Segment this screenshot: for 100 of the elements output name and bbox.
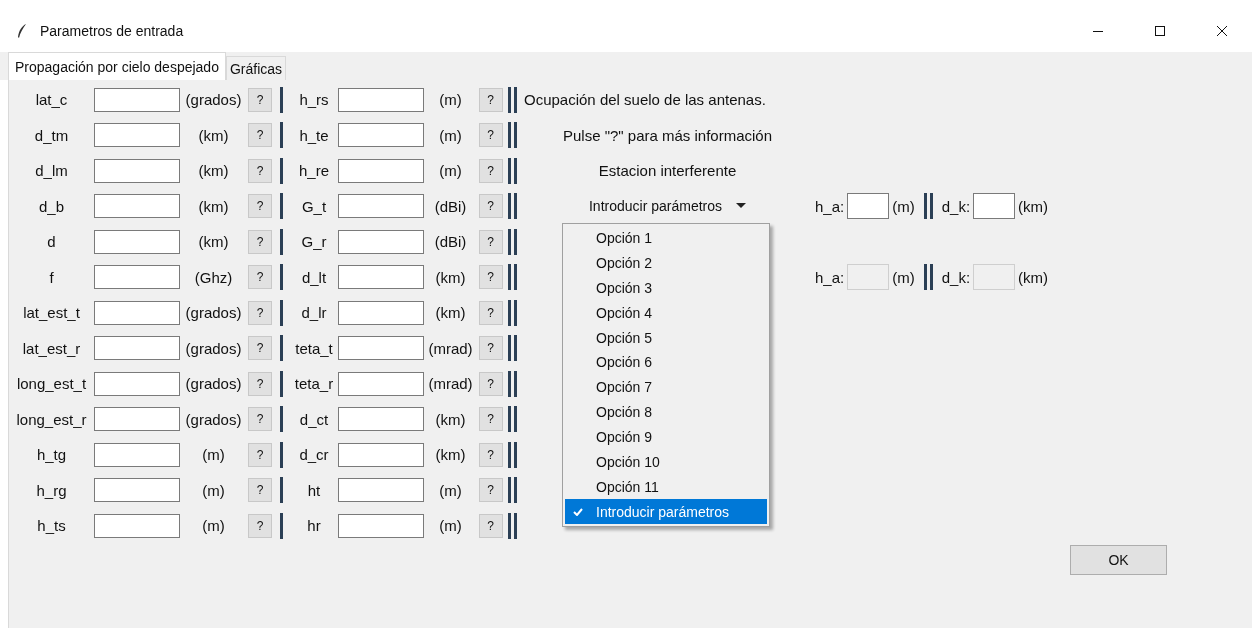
help-button[interactable]: ? — [478, 194, 503, 219]
unit-label: (m) — [438, 162, 463, 180]
help-button[interactable]: ? — [478, 229, 503, 254]
unit-label: (m) — [438, 126, 463, 144]
help-button[interactable]: ? — [478, 265, 503, 290]
input-field[interactable] — [94, 300, 180, 325]
menu-item[interactable]: Opción 10 — [565, 449, 767, 475]
unit-label: (m) — [201, 446, 226, 464]
unit-label: (dBi) — [433, 197, 468, 215]
input-field[interactable] — [338, 442, 424, 467]
help-button[interactable]: ? — [248, 229, 272, 254]
unit-label: (km) — [434, 268, 467, 286]
input-field[interactable] — [338, 336, 424, 361]
help-button[interactable]: ? — [478, 87, 503, 112]
field-label: f — [48, 268, 55, 286]
help-button[interactable]: ? — [248, 442, 272, 467]
help-button[interactable]: ? — [248, 371, 272, 396]
help-button[interactable]: ? — [478, 336, 503, 361]
help-button[interactable]: ? — [478, 158, 503, 183]
unit-label: (km) — [434, 304, 467, 322]
input-field[interactable] — [94, 265, 180, 290]
unit-label: (mrad) — [427, 339, 474, 357]
input-field[interactable] — [94, 194, 180, 219]
double-separator-bar — [508, 335, 517, 362]
unit-label: (grados) — [184, 375, 243, 393]
help-button[interactable]: ? — [248, 513, 272, 538]
help-button[interactable]: ? — [248, 158, 272, 183]
unit-label: (km) — [197, 126, 230, 144]
tab[interactable]: Gráficas — [225, 56, 287, 80]
field-label: h_tg — [35, 446, 68, 464]
unit-label: (km) — [197, 197, 230, 215]
unit-label: (m) — [892, 268, 915, 286]
input-field[interactable] — [338, 407, 424, 432]
input-field[interactable] — [338, 513, 424, 538]
menu-item[interactable]: Opción 4 — [565, 300, 767, 326]
input-field[interactable] — [94, 158, 180, 183]
field-label: d_tm — [33, 126, 70, 144]
input-field[interactable] — [338, 265, 424, 290]
help-button[interactable]: ? — [478, 442, 503, 467]
input-field[interactable] — [94, 407, 180, 432]
help-button[interactable]: ? — [478, 407, 503, 432]
input-field[interactable] — [94, 513, 180, 538]
help-button[interactable]: ? — [478, 513, 503, 538]
help-button[interactable]: ? — [248, 300, 272, 325]
help-button[interactable]: ? — [248, 194, 272, 219]
close-icon[interactable] — [1216, 25, 1228, 37]
help-button[interactable]: ? — [248, 123, 272, 148]
input-field[interactable] — [338, 371, 424, 396]
help-button[interactable]: ? — [248, 336, 272, 361]
input-field[interactable] — [94, 478, 180, 503]
field-label: long_est_r — [15, 410, 88, 428]
input-field[interactable] — [94, 123, 180, 148]
field-label: d_k: — [941, 197, 971, 215]
menu-item[interactable]: Opción 6 — [565, 349, 767, 375]
input-field[interactable] — [973, 193, 1016, 220]
input-field[interactable] — [338, 229, 424, 254]
unit-label: (Ghz) — [193, 268, 234, 286]
input-field[interactable] — [338, 158, 424, 183]
help-button[interactable]: ? — [248, 265, 272, 290]
help-button[interactable]: ? — [478, 371, 503, 396]
input-field[interactable] — [338, 478, 424, 503]
maximize-icon[interactable] — [1154, 25, 1166, 37]
input-field[interactable] — [94, 336, 180, 361]
help-button[interactable]: ? — [478, 478, 503, 503]
help-button[interactable]: ? — [248, 87, 272, 112]
menu-item[interactable]: Opción 7 — [565, 374, 767, 400]
unit-label: (grados) — [184, 91, 243, 109]
input-field[interactable] — [847, 193, 890, 220]
help-button[interactable]: ? — [248, 407, 272, 432]
help-button[interactable]: ? — [478, 300, 503, 325]
field-label: ht — [306, 481, 322, 499]
unit-label: (m) — [201, 517, 226, 535]
station-dropdown[interactable]: Introducir parámetros — [582, 196, 753, 217]
menu-item[interactable]: Opción 11 — [565, 474, 767, 500]
input-field[interactable] — [94, 229, 180, 254]
input-field[interactable] — [338, 194, 424, 219]
input-field[interactable] — [94, 87, 180, 112]
help-button[interactable]: ? — [478, 123, 503, 148]
separator-bar — [280, 157, 283, 184]
input-field[interactable] — [338, 87, 424, 112]
separator-bar — [280, 477, 283, 504]
separator-bar — [280, 441, 283, 468]
ok-button[interactable]: OK — [1070, 544, 1167, 575]
check-icon — [573, 507, 583, 516]
help-button[interactable]: ? — [248, 478, 272, 503]
tab[interactable]: Propagación por cielo despejado — [8, 52, 226, 80]
menu-item[interactable]: Opción 9 — [565, 424, 767, 450]
unit-label: (km) — [1018, 197, 1049, 215]
input-field[interactable] — [94, 371, 180, 396]
menu-item[interactable]: Opción 5 — [565, 325, 767, 350]
unit-label: (dBi) — [433, 233, 468, 251]
field-label: h_rg — [35, 481, 68, 499]
menu-item[interactable]: Opción 2 — [565, 250, 767, 276]
menu-item[interactable]: Opción 3 — [565, 275, 767, 301]
input-field[interactable] — [94, 442, 180, 467]
input-field[interactable] — [338, 123, 424, 148]
menu-item[interactable]: Opción 1 — [565, 225, 767, 251]
menu-item[interactable]: Opción 8 — [565, 399, 767, 425]
input-field[interactable] — [338, 300, 424, 325]
menu-item[interactable]: Introducir parámetros — [565, 499, 767, 525]
